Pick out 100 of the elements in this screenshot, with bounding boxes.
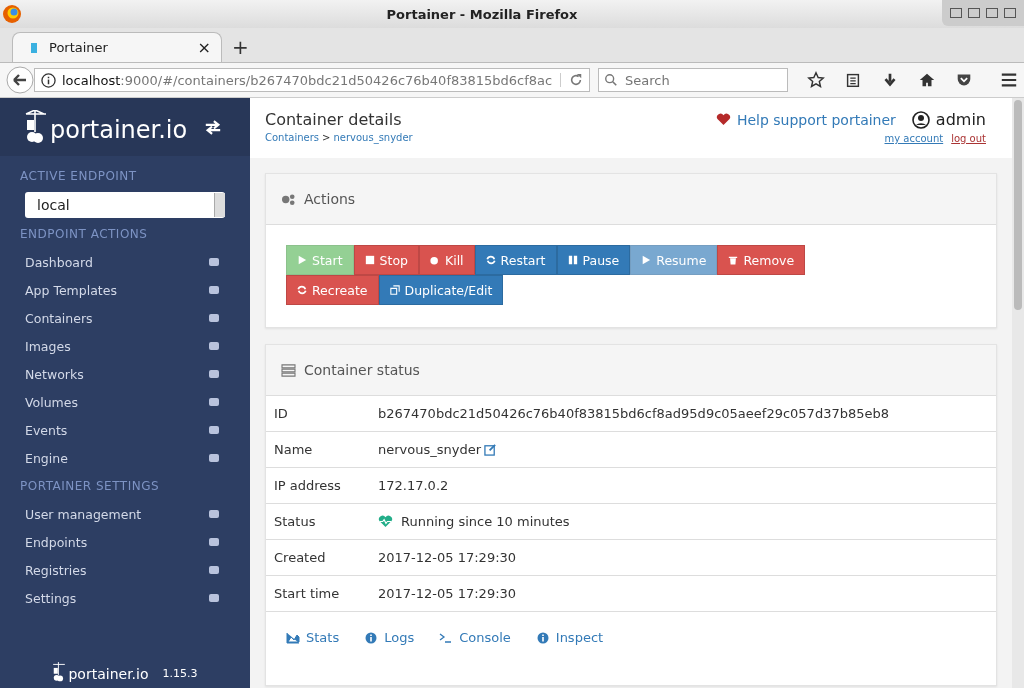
sidebar-item[interactable]: Dashboard [0, 248, 250, 276]
field-label: ID [273, 406, 289, 421]
swap-arrows-icon[interactable] [204, 119, 222, 135]
sidebar-item[interactable]: App Templates [0, 276, 250, 304]
action-button[interactable]: Pause [556, 245, 631, 275]
sidebar-item[interactable]: Events [0, 416, 250, 444]
action-button[interactable]: Kill [418, 245, 475, 275]
action-button[interactable]: Remove [717, 245, 806, 275]
sidebar-item[interactable]: Registries [0, 556, 250, 584]
sidebar-item[interactable]: Images [0, 332, 250, 360]
sidebar-item[interactable]: Engine [0, 444, 250, 472]
new-tab-button[interactable]: + [232, 35, 249, 59]
field-value: 172.17.0.2 [378, 478, 449, 493]
page-title: Container details [265, 110, 403, 129]
section-heading: ACTIVE ENDPOINT [19, 168, 138, 185]
section-heading: ENDPOINT ACTIONS [19, 226, 149, 243]
panel-link[interactable]: Stats [286, 630, 340, 645]
panel-link[interactable]: Console [439, 630, 511, 645]
log-out-link[interactable]: log out [951, 133, 986, 144]
endpoint-select[interactable]: local [25, 192, 225, 218]
panel-title: Actions [304, 191, 356, 207]
terminal-icon [439, 631, 454, 644]
panel-link[interactable]: Logs [364, 630, 415, 645]
version-label: 1.15.3 [162, 667, 198, 682]
sidebar-item-icon [208, 424, 220, 436]
my-account-link[interactable]: my account [884, 133, 944, 144]
breadcrumb-separator: > [322, 132, 331, 143]
sidebar-item-icon [208, 284, 220, 296]
sidebar-item[interactable]: Volumes [0, 388, 250, 416]
sidebar-item-icon [208, 452, 220, 464]
sidebar-item[interactable]: Settings [0, 584, 250, 612]
field-value: 2017-12-05 17:29:30 [378, 550, 517, 565]
heartbeat-icon [378, 515, 393, 528]
field-value: Running since 10 minutes [401, 514, 570, 529]
help-link[interactable]: Help support portainer [736, 111, 896, 128]
tab-label: Portainer [49, 40, 109, 55]
field-value: nervous_snyder [378, 442, 482, 457]
sidebar-item-icon [208, 368, 220, 380]
sidebar-item-icon [208, 396, 220, 408]
info-icon [364, 631, 379, 644]
menu-icon[interactable] [1000, 71, 1018, 89]
home-icon[interactable] [918, 71, 936, 89]
sidebar-item[interactable]: Endpoints [0, 528, 250, 556]
play-icon [641, 255, 652, 265]
play-icon [297, 255, 307, 265]
refresh-icon [485, 255, 496, 265]
info-icon [41, 72, 56, 88]
panel-link[interactable]: Inspect [535, 630, 604, 645]
breadcrumb-link[interactable]: Containers [265, 132, 320, 143]
edit-icon[interactable] [484, 443, 498, 456]
field-value: 2017-12-05 17:29:30 [378, 586, 517, 601]
pause-icon [567, 255, 578, 265]
heart-icon [715, 113, 731, 126]
action-button[interactable]: Duplicate/Edit [378, 275, 504, 305]
star-icon[interactable] [807, 71, 825, 89]
close-icon[interactable]: × [197, 38, 211, 57]
back-button[interactable] [6, 66, 34, 94]
sidebar-item[interactable]: Containers [0, 304, 250, 332]
reload-icon[interactable] [560, 73, 583, 87]
field-label: Status [273, 514, 317, 529]
trash-icon [728, 255, 739, 265]
sidebar-item[interactable]: User management [0, 500, 250, 528]
field-value: b267470bdc21d50426c76b40f83815bd6cf8ad95d9c05aeef29c057d37b85eb8 [378, 406, 889, 421]
breadcrumb-link[interactable]: nervous_snyder [333, 132, 413, 143]
address-field[interactable]: localhost:9000/#/containers/b267470bdc21d50426c76b40f83815bd6cf8ac [34, 68, 590, 92]
panel-title: Container status [304, 362, 420, 378]
action-button[interactable]: Recreate [286, 275, 379, 305]
copy-icon [389, 285, 400, 295]
gears-icon [281, 192, 296, 206]
window-controls[interactable] [942, 0, 1024, 26]
scrollbar[interactable] [1012, 98, 1024, 688]
field-label: Start time [273, 586, 341, 601]
refresh-icon [297, 285, 307, 295]
window-title: Portainer - Mozilla Firefox [385, 6, 579, 22]
section-heading: PORTAINER SETTINGS [19, 478, 161, 495]
reading-list-icon[interactable] [844, 71, 862, 89]
field-label: IP address [273, 478, 342, 493]
action-button[interactable]: Restart [474, 245, 557, 275]
info-icon [535, 631, 550, 644]
sidebar-item-icon [208, 564, 220, 576]
user-icon [911, 110, 930, 129]
action-button[interactable]: Stop [353, 245, 419, 275]
browser-tab[interactable]: Portainer × [12, 32, 222, 62]
area-chart-icon [286, 631, 300, 644]
sidebar-item-icon [208, 508, 220, 520]
portainer-logo: portainer.io [52, 662, 149, 682]
server-icon [281, 363, 296, 377]
search-field[interactable]: Search [598, 68, 788, 92]
field-label: Created [273, 550, 327, 565]
username: admin [935, 110, 986, 129]
sidebar-item[interactable]: Networks [0, 360, 250, 388]
sidebar-item-icon [208, 340, 220, 352]
firefox-icon [2, 4, 22, 24]
search-icon [604, 73, 618, 87]
sidebar-item-icon [208, 256, 220, 268]
sidebar-item-icon [208, 536, 220, 548]
sidebar-item-icon [208, 592, 220, 604]
field-label: Name [273, 442, 314, 457]
stop-icon [364, 255, 375, 265]
sidebar-item-icon [208, 312, 220, 324]
